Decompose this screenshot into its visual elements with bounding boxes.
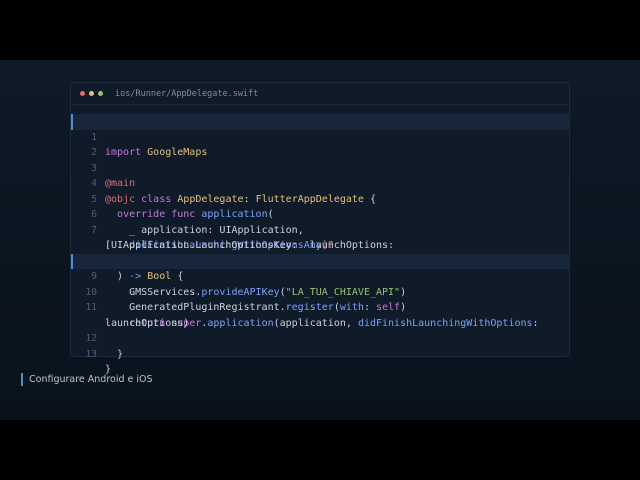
code-line: 12 } (71, 316, 569, 360)
maximize-dot-icon (98, 91, 103, 96)
code-line: 6 _ application: UIApplication, (71, 192, 569, 236)
code-line-wrap: launchOptions) (71, 300, 569, 329)
line-number: 13 (85, 348, 97, 360)
code-line: 1 import GoogleMaps (71, 114, 569, 158)
code-line: 8 ) -> Bool { (71, 238, 569, 283)
code-line: 2 (71, 130, 569, 158)
code-line: 11 return super.application(application,… (71, 285, 569, 329)
close-dot-icon (80, 91, 85, 96)
code-block: 1 import GoogleMaps 2 3 @main 4 @objc cl… (71, 114, 569, 376)
code-line: 4 @objc class AppDelegate: FlutterAppDel… (71, 161, 569, 205)
editor-titlebar: ios/Runner/AppDelegate.swift (71, 83, 569, 105)
code-line: 13 } (71, 331, 569, 376)
file-name: ios/Runner/AppDelegate.swift (115, 88, 259, 99)
code-editor-window: ios/Runner/AppDelegate.swift 1 import Go… (70, 82, 570, 376)
slide-caption: Configurare Android e iOS (21, 373, 153, 386)
code-line: 3 @main (71, 145, 569, 190)
code-line: 9 GMSServices.provideAPIKey("LA_TUA_CHIA… (71, 253, 569, 298)
minimize-dot-icon (89, 91, 94, 96)
code-line: 7 didFinishLaunchingWithOptions launchOp… (71, 207, 569, 252)
code-line: 10 GeneratedPluginRegistrant.register(wi… (71, 269, 569, 314)
code-line: 5 override func application( (71, 176, 569, 221)
code-line-wrap: [UIApplication.LaunchOptionsKey: Any]? (71, 223, 569, 251)
slide-stage: ios/Runner/AppDelegate.swift 1 import Go… (0, 60, 640, 420)
